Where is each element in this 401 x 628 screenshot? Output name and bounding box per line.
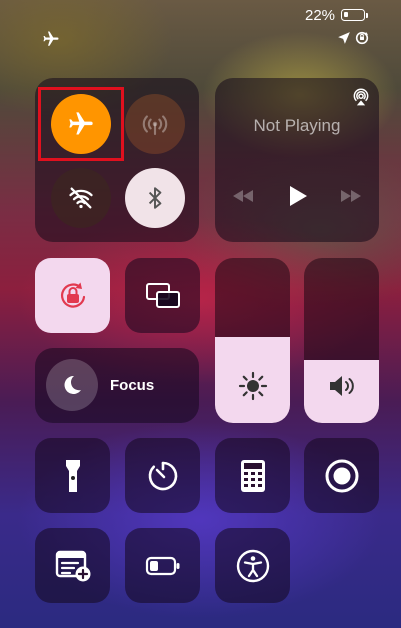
calculator-button[interactable]: [215, 438, 290, 513]
screen-mirroring-icon: [145, 282, 180, 308]
bluetooth-toggle[interactable]: [125, 168, 185, 228]
speaker-icon: [330, 376, 354, 396]
airplay-audio-icon[interactable]: [351, 87, 371, 107]
accessibility-shortcut-button[interactable]: [215, 528, 290, 603]
low-power-mode-button[interactable]: [125, 528, 200, 603]
sun-icon: [238, 371, 268, 401]
rewind-icon[interactable]: [231, 188, 255, 204]
battery-icon: [341, 9, 365, 21]
focus-label: Focus: [110, 377, 155, 394]
calculator-icon: [240, 459, 265, 492]
focus-icon-circle: [46, 359, 98, 411]
screen-recording-button[interactable]: [304, 438, 379, 513]
low-power-mode-icon: [145, 556, 179, 575]
flashlight-button[interactable]: [35, 438, 110, 513]
screen-record-icon: [325, 459, 358, 492]
now-playing-title: Not Playing: [253, 116, 341, 135]
orientation-lock-status-icon: [355, 31, 369, 45]
battery-percentage: 22%: [305, 7, 336, 24]
flashlight-icon: [65, 459, 80, 492]
fast-forward-icon[interactable]: [339, 188, 363, 204]
moon-icon: [64, 375, 81, 394]
battery-nub: [366, 13, 368, 18]
screen-mirroring-button[interactable]: [125, 258, 200, 333]
wifi-toggle[interactable]: [51, 168, 111, 228]
airplane-mode-highlight-box: [38, 87, 124, 161]
accessibility-icon: [236, 549, 269, 582]
quick-note-button[interactable]: [35, 528, 110, 603]
timer-button[interactable]: [125, 438, 200, 513]
timer-icon: [148, 461, 177, 490]
location-arrow-icon: [338, 32, 350, 44]
play-icon[interactable]: [287, 184, 309, 208]
bluetooth-icon: [148, 187, 162, 209]
add-note-icon: [55, 550, 90, 581]
cellular-antenna-icon: [142, 115, 168, 136]
brightness-slider[interactable]: [215, 258, 290, 423]
volume-slider[interactable]: [304, 258, 379, 423]
airplane-mode-status-icon: [43, 31, 59, 46]
orientation-lock-button[interactable]: [35, 258, 110, 333]
cellular-data-toggle[interactable]: [125, 94, 185, 154]
orientation-lock-icon: [60, 282, 85, 308]
wifi-off-icon: [69, 187, 93, 209]
